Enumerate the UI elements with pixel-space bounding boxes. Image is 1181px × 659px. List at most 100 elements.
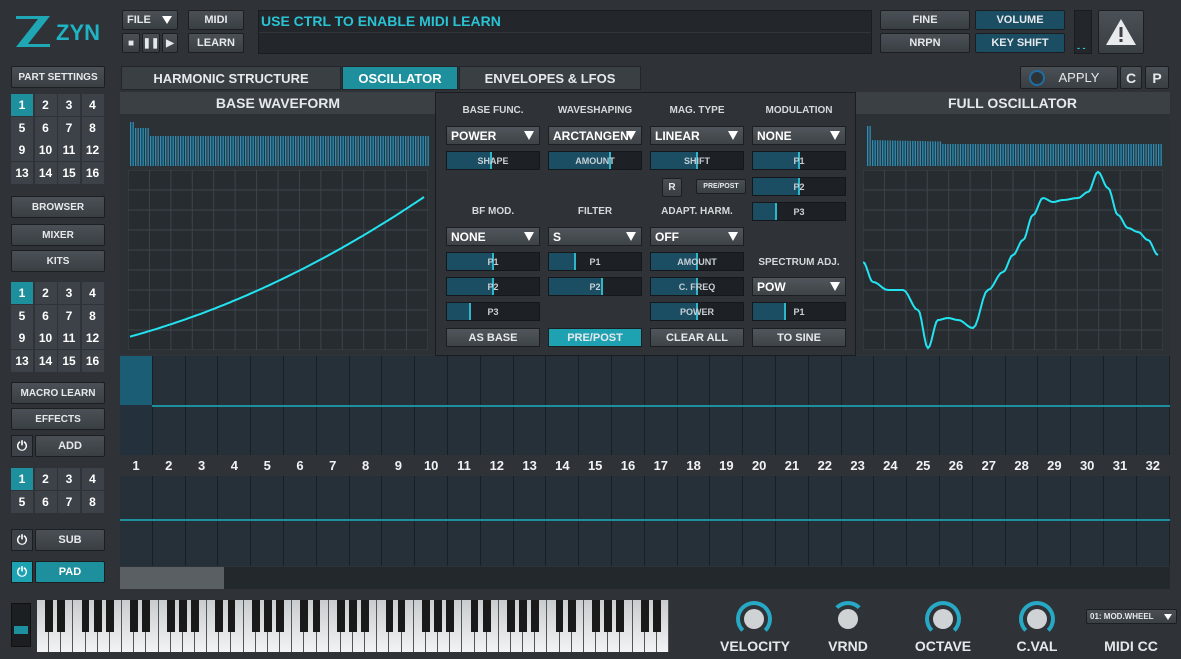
mixer-button[interactable]: MIXER [11,224,105,246]
black-key[interactable] [264,600,272,632]
black-key[interactable] [470,600,479,632]
bf-mod-dropdown[interactable]: NONE [446,227,540,246]
black-key[interactable] [519,600,528,632]
add-power-toggle[interactable]: ⏻ [11,435,33,457]
piano-keyboard[interactable] [37,600,669,652]
adapt-power-slider[interactable]: POWER [650,302,744,321]
spectrum-p1-slider[interactable]: P1 [752,302,846,321]
black-key[interactable] [567,600,576,632]
base-func-dropdown[interactable]: POWER [446,126,540,145]
kit-button-15[interactable]: 15 [58,349,80,372]
kit-button-3[interactable]: 3 [58,282,80,304]
shape-slider[interactable]: SHAPE [446,151,540,170]
harmonic-phase-row[interactable] [120,476,1170,566]
kit-button-12[interactable]: 12 [81,327,104,349]
black-key[interactable] [336,600,345,632]
harmonic-phase-cell[interactable] [677,476,711,566]
harmonic-phase-cell[interactable] [940,476,973,566]
base-waveform-graph[interactable] [128,170,428,350]
black-key[interactable] [349,600,357,632]
black-key[interactable] [482,600,491,632]
harmonic-phase-cell[interactable] [316,476,350,566]
kit-button-13[interactable]: 13 [11,349,33,372]
kit-button-11[interactable]: 11 [58,327,80,349]
part-button-1[interactable]: 1 [11,94,33,116]
harmonic-phase-cell[interactable] [480,476,514,566]
fine-button[interactable]: FINE [880,10,970,30]
part-button-3[interactable]: 3 [58,94,80,116]
tab-oscillator[interactable]: OSCILLATOR [342,66,458,90]
black-key[interactable] [215,600,224,632]
harmonic-phase-cell[interactable] [710,476,744,566]
black-key[interactable] [616,600,625,632]
kit-button-1[interactable]: 1 [11,282,33,304]
pause-button[interactable]: ❚❚ [142,33,160,53]
horizontal-scrollbar[interactable] [120,567,1170,589]
part-button-11[interactable]: 11 [58,139,80,161]
part-button-15[interactable]: 15 [58,161,80,184]
part-button-8[interactable]: 8 [81,116,104,139]
pad-power-toggle[interactable]: ⏻ [11,561,33,583]
black-key[interactable] [251,600,260,632]
effect-button-7[interactable]: 7 [58,490,80,513]
mag-shift-slider[interactable]: SHIFT [650,151,744,170]
sub-power-toggle[interactable]: ⏻ [11,529,33,551]
midi-cc-dropdown[interactable]: 01: MOD.WHEEL [1086,609,1177,624]
key-shift-slider[interactable]: KEY SHIFT [975,33,1065,53]
part-button-12[interactable]: 12 [81,139,104,161]
spectrum-adj-dropdown[interactable]: POW [752,277,846,296]
effect-button-2[interactable]: 2 [34,468,57,490]
part-button-13[interactable]: 13 [11,161,33,184]
kit-button-9[interactable]: 9 [11,327,33,349]
black-key[interactable] [191,600,199,632]
black-key[interactable] [81,600,90,632]
volume-slider[interactable]: VOLUME [975,10,1065,30]
black-key[interactable] [142,600,151,632]
nrpn-button[interactable]: NRPN [880,33,970,53]
effect-button-5[interactable]: 5 [11,490,33,513]
macro-learn-button[interactable]: MACRO LEARN [11,382,105,404]
tab-harmonic-structure[interactable]: HARMONIC STRUCTURE [121,66,341,90]
black-key[interactable] [300,600,309,632]
apply-button[interactable]: APPLY [1020,66,1118,89]
stop-button[interactable]: ■ [122,33,140,53]
harmonic-phase-cell[interactable] [743,476,776,566]
black-key[interactable] [604,600,613,632]
reset-button[interactable]: R [662,178,682,197]
bf-mod-p2-slider[interactable]: P2 [446,277,540,296]
harmonic-phase-cell[interactable] [1071,476,1104,566]
black-key[interactable] [178,600,187,632]
harmonic-phase-cell[interactable] [644,476,678,566]
black-key[interactable] [446,600,455,632]
harmonic-phase-cell[interactable] [874,476,908,566]
kits-button[interactable]: KITS [11,250,105,272]
black-key[interactable] [434,600,442,632]
black-key[interactable] [361,600,370,632]
sub-button[interactable]: SUB [35,529,105,551]
mag-type-dropdown[interactable]: LINEAR [650,126,744,145]
part-button-9[interactable]: 9 [11,139,33,161]
harmonic-phase-cell[interactable] [349,476,383,566]
black-key[interactable] [45,600,54,632]
scrollbar-thumb[interactable] [120,567,224,589]
black-key[interactable] [640,600,649,632]
browser-button[interactable]: BROWSER [11,196,105,218]
part-button-14[interactable]: 14 [34,161,57,184]
effect-button-6[interactable]: 6 [34,490,57,513]
effect-button-1[interactable]: 1 [11,468,33,490]
harmonic-amplitude-cell[interactable] [120,356,153,455]
part-button-5[interactable]: 5 [11,116,33,139]
octave-knob[interactable] [925,601,961,637]
black-key[interactable] [507,600,515,632]
harmonic-phase-cell[interactable] [546,476,580,566]
effects-button[interactable]: EFFECTS [11,408,105,430]
black-key[interactable] [227,600,236,632]
harmonic-phase-cell[interactable] [284,476,317,566]
black-key[interactable] [312,600,321,632]
tab-envelopes-lfos[interactable]: ENVELOPES & LFOS [459,66,641,90]
filter-p1-slider[interactable]: P1 [548,252,642,271]
pad-button[interactable]: PAD [35,561,105,583]
kit-button-16[interactable]: 16 [81,349,104,372]
waveshaping-amount-slider[interactable]: AMOUNT [548,151,642,170]
adapt-cfreq-slider[interactable]: C. FREQ [650,277,744,296]
